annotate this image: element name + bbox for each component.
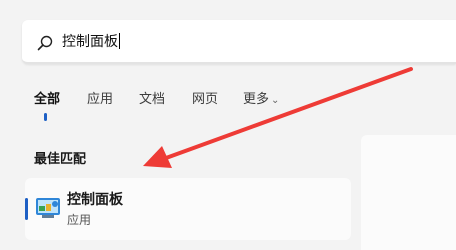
result-subtitle: 应用: [67, 213, 92, 227]
result-title: 控制面板: [67, 192, 123, 208]
tab-active-indicator: [44, 113, 47, 121]
tab-apps[interactable]: 应用: [87, 90, 113, 110]
control-panel-icon: [35, 196, 61, 220]
search-box[interactable]: 控制面板: [22, 20, 456, 64]
tab-all[interactable]: 全部: [34, 90, 60, 110]
section-title-best-match: 最佳匹配: [34, 152, 87, 167]
selection-indicator: [25, 198, 28, 220]
tab-documents[interactable]: 文档: [139, 90, 165, 110]
details-pane: [361, 135, 456, 250]
text-caret: [119, 33, 120, 49]
tab-web[interactable]: 网页: [192, 90, 218, 110]
tab-more-label: 更多: [243, 92, 270, 107]
chevron-down-icon: ⌄: [271, 95, 280, 106]
search-input[interactable]: 控制面板: [62, 33, 120, 51]
tab-more[interactable]: 更多 ⌄: [243, 90, 279, 111]
best-match-result[interactable]: 控制面板 应用: [25, 178, 351, 240]
search-icon: [36, 34, 54, 52]
